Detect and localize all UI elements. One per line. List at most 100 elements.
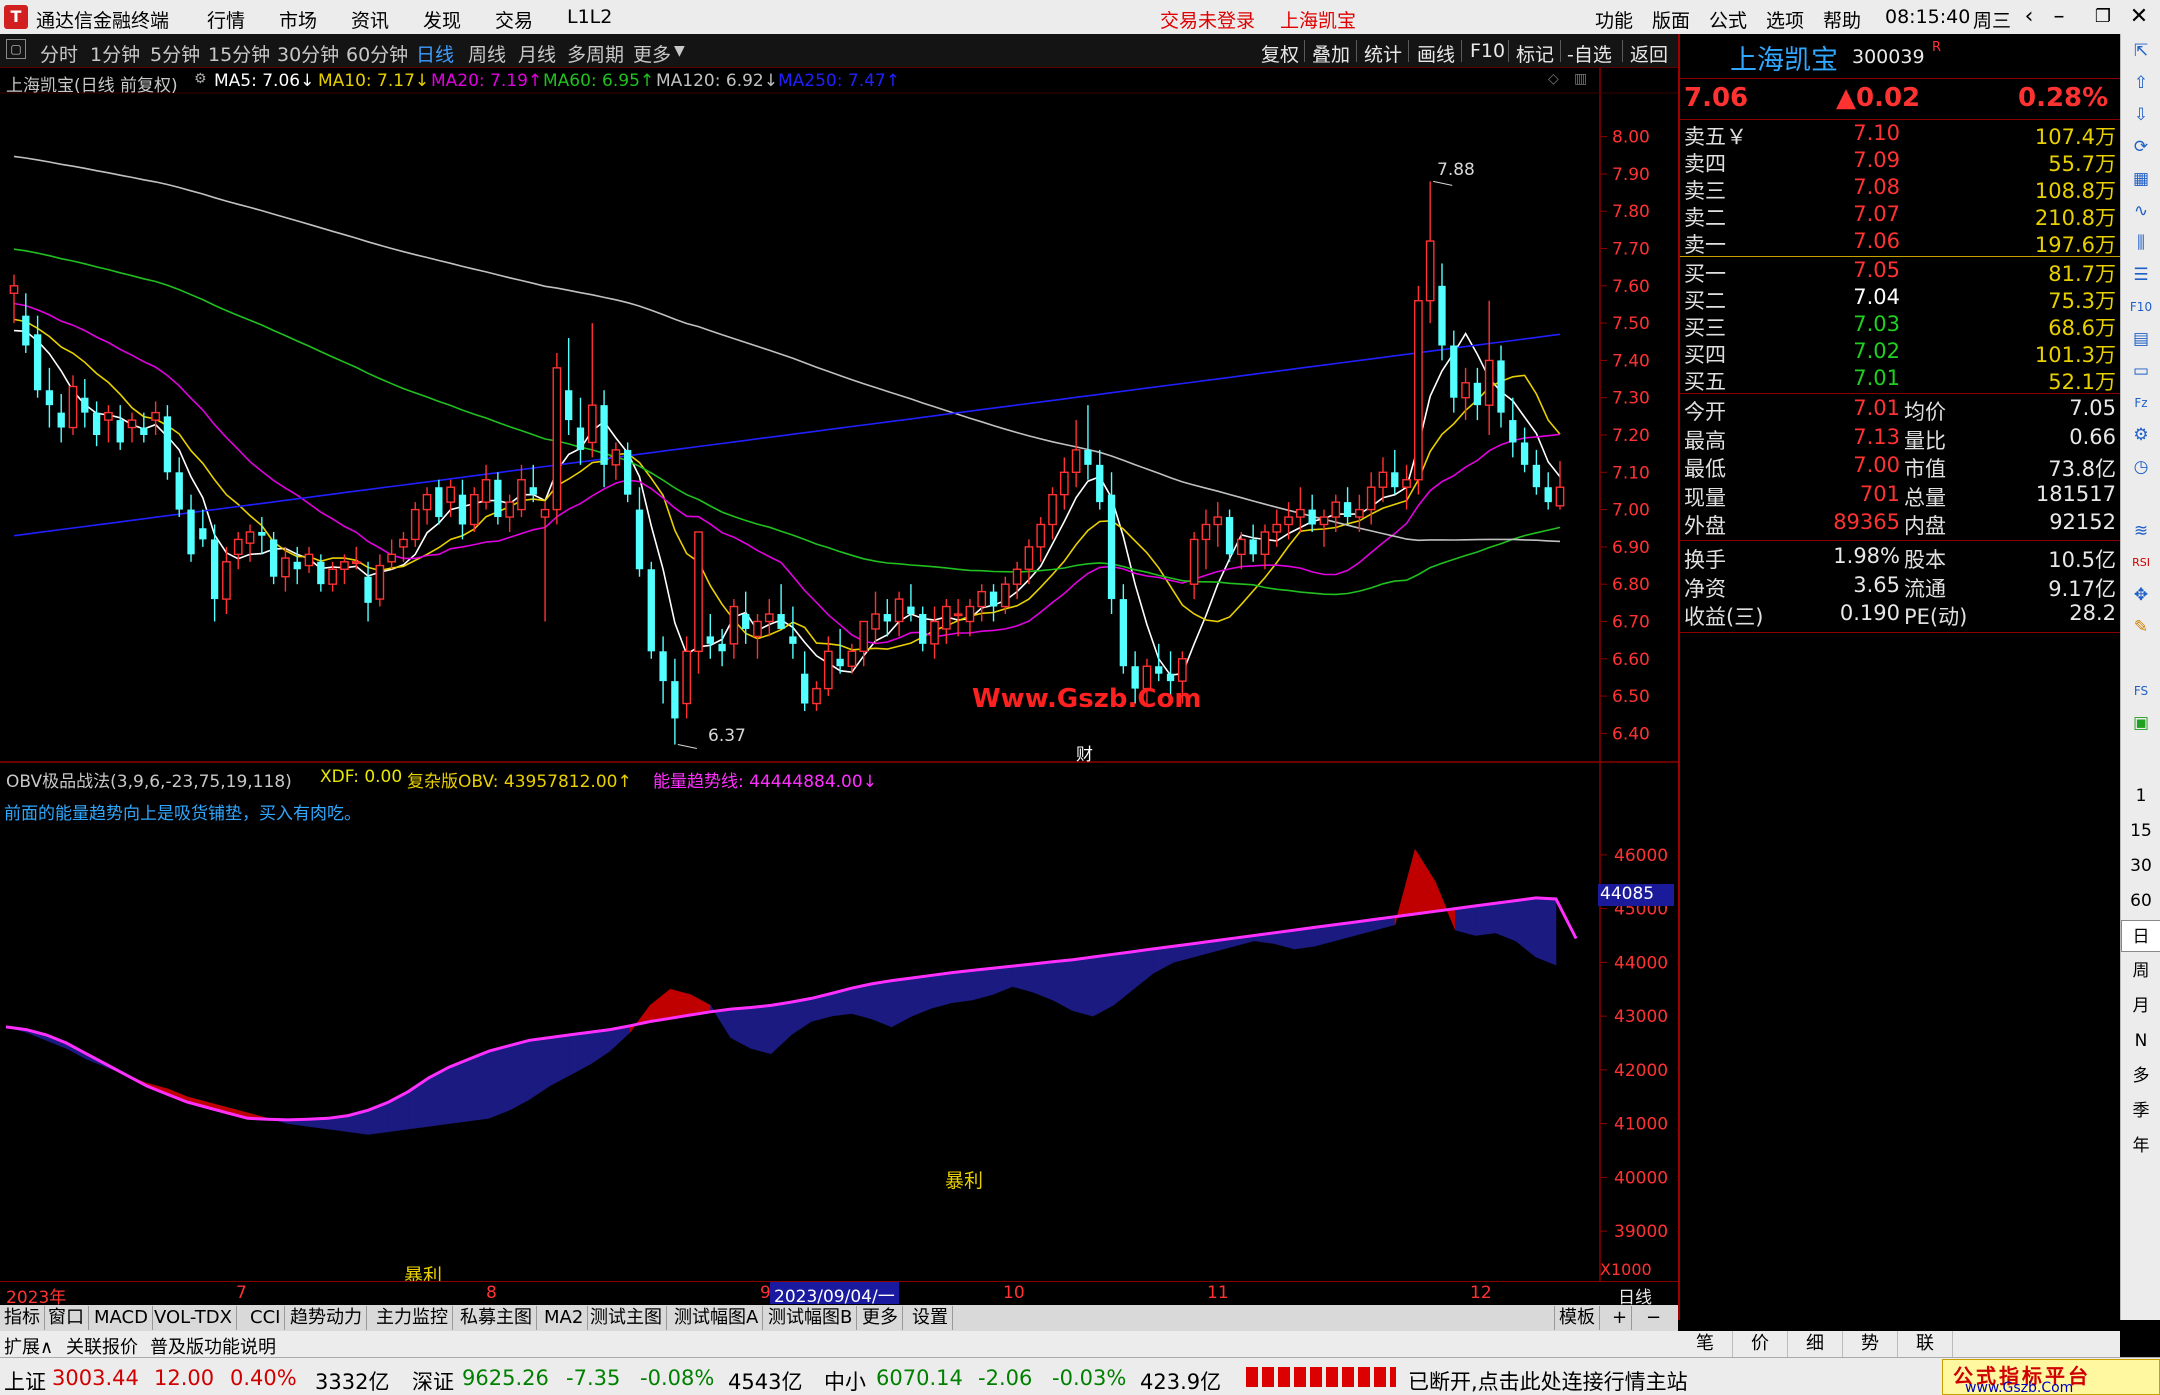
document-icon[interactable]: ▭ [2128, 358, 2154, 384]
panel-toggle-icon[interactable]: ▢ [6, 39, 26, 59]
period-tab-minute[interactable]: 分时 [40, 40, 78, 67]
close-icon[interactable]: ✕ [2124, 3, 2154, 31]
f10-icon[interactable]: F10 [2128, 294, 2154, 320]
kline-chart[interactable]: 8.00 7.90 7.80 7.70 7.60 7.50 7.40 7.30 7.20 7.10… [0, 68, 1678, 1281]
ask-row[interactable]: 卖一 7.06 197.6万 [1680, 229, 2120, 257]
template-button[interactable]: 模板 [1554, 1306, 1600, 1330]
menu-discover[interactable]: 发现 [423, 6, 461, 33]
ask-row[interactable]: 卖二 7.07 210.8万 [1680, 202, 2120, 230]
back-icon[interactable]: ‹ [2014, 3, 2044, 31]
period-shortcut[interactable]: 60 [2121, 885, 2160, 917]
clock-icon[interactable]: ◷ [2128, 454, 2154, 480]
indicator-tab[interactable]: 更多 [858, 1306, 903, 1330]
indicator-tab[interactable]: VOL-TDX [150, 1306, 237, 1330]
chart-area[interactable]: 8.00 7.90 7.80 7.70 7.60 7.50 7.40 7.30 7.20 7.10… [0, 68, 1678, 1287]
login-status[interactable]: 交易未登录 [1160, 6, 1255, 33]
tool-draw-button[interactable]: 画线 [1417, 40, 1455, 67]
settings-gear-icon[interactable]: ⚙ [194, 71, 207, 87]
wave-icon[interactable]: ≋ [2128, 518, 2154, 544]
tool-remove-watchlist-button[interactable]: -自选 [1567, 40, 1612, 67]
index-sz-name[interactable]: 深证 [412, 1366, 454, 1395]
window-toggle-icon[interactable]: ▥ [1574, 71, 1587, 87]
basic-edition-info-tab[interactable]: 普及版功能说明 [150, 1333, 276, 1359]
ask-row[interactable]: 卖四 7.09 55.7万 [1680, 148, 2120, 176]
quote-tab[interactable]: 笔 [1678, 1331, 1733, 1357]
indicator-tab[interactable]: 测试幅图B [764, 1306, 858, 1330]
index-zx-name[interactable]: 中小 [824, 1366, 866, 1395]
grid-icon[interactable]: ▦ [2128, 166, 2154, 192]
indicator-tab[interactable]: 测试幅图A [670, 1306, 764, 1330]
chevron-down-icon[interactable]: ▼ [674, 43, 685, 59]
list-icon[interactable]: ☰ [2128, 262, 2154, 288]
pin-icon[interactable]: ⇱ [2128, 38, 2154, 64]
fs-icon[interactable]: FS [2128, 678, 2154, 704]
period-tab-1min[interactable]: 1分钟 [90, 40, 140, 67]
bid-row[interactable]: 买三 7.03 68.6万 [1680, 312, 2120, 340]
bid-row[interactable]: 买五 7.01 52.1万 [1680, 366, 2120, 394]
period-shortcut[interactable]: 1 [2121, 780, 2160, 812]
indicator-tab[interactable]: MA2 [540, 1306, 589, 1330]
indicator-tab[interactable]: MACD [90, 1306, 153, 1330]
indicator-tab[interactable]: 窗口 [44, 1306, 89, 1330]
menu-news[interactable]: 资讯 [351, 6, 389, 33]
menu-l1l2[interactable]: L1L2 [567, 6, 612, 28]
period-shortcut[interactable]: 年 [2121, 1130, 2160, 1162]
tool-f10-button[interactable]: F10 [1470, 40, 1505, 62]
period-tab-weekly[interactable]: 周线 [468, 40, 506, 67]
period-shortcut[interactable]: 月 [2121, 990, 2160, 1022]
down-arrow-icon[interactable]: ⇩ [2128, 102, 2154, 128]
indicator-tab[interactable]: 测试主图 [586, 1306, 667, 1330]
tool-overlay-button[interactable]: 叠加 [1312, 40, 1350, 67]
indicator-tab[interactable]: 指标 [0, 1306, 45, 1330]
menu-layout[interactable]: 版面 [1652, 6, 1690, 33]
tool-adjust-button[interactable]: 复权 [1261, 40, 1299, 67]
period-tab-more[interactable]: 更多 [633, 40, 671, 67]
connection-status[interactable]: 已断开,点击此处连接行情主站 [1408, 1366, 1688, 1395]
period-tab-daily[interactable]: 日线 [416, 40, 454, 67]
related-quote-tab[interactable]: 关联报价 [66, 1333, 138, 1359]
pencil-icon[interactable]: ✎ [2128, 614, 2154, 640]
period-tab-30min[interactable]: 30分钟 [277, 40, 339, 67]
annotation-finance-event[interactable]: 财 [1076, 740, 1093, 765]
menu-market[interactable]: 市场 [279, 6, 317, 33]
fz-icon[interactable]: Fz [2128, 390, 2154, 416]
bid-row[interactable]: 买二 7.04 75.3万 [1680, 285, 2120, 313]
indicator-tab[interactable]: 趋势动力 [286, 1306, 367, 1330]
indicator-tab[interactable]: CCI [246, 1306, 286, 1330]
tool-stats-button[interactable]: 统计 [1364, 40, 1402, 67]
ask-row[interactable]: 卖五￥ 7.10 107.4万 [1680, 121, 2120, 149]
period-tab-15min[interactable]: 15分钟 [208, 40, 270, 67]
remove-window-button[interactable]: − [1642, 1306, 1665, 1330]
fullscreen-icon[interactable]: ◇ [1548, 71, 1559, 87]
period-shortcut[interactable]: 多 [2121, 1060, 2160, 1092]
menu-help[interactable]: 帮助 [1823, 6, 1861, 33]
image-icon[interactable]: ▣ [2128, 710, 2154, 736]
period-tab-5min[interactable]: 5分钟 [150, 40, 200, 67]
add-window-button[interactable]: + [1608, 1306, 1633, 1330]
indicator-tab[interactable]: 主力监控 [372, 1306, 453, 1330]
period-shortcut[interactable]: 周 [2121, 955, 2160, 987]
tool-mark-button[interactable]: 标记 [1516, 40, 1554, 67]
period-shortcut[interactable]: 季 [2121, 1095, 2160, 1127]
menu-formula[interactable]: 公式 [1709, 6, 1747, 33]
ask-row[interactable]: 卖三 7.08 108.8万 [1680, 175, 2120, 203]
menu-options[interactable]: 选项 [1766, 6, 1804, 33]
period-shortcut[interactable]: 15 [2121, 815, 2160, 847]
period-shortcut[interactable]: N [2121, 1025, 2160, 1057]
up-arrow-icon[interactable]: ⇧ [2128, 70, 2154, 96]
period-shortcut[interactable]: 30 [2121, 850, 2160, 882]
bid-row[interactable]: 买四 7.02 101.3万 [1680, 339, 2120, 367]
bid-row[interactable]: 买一 7.05 81.7万 [1680, 258, 2120, 286]
quote-tab[interactable]: 价 [1733, 1331, 1788, 1357]
period-tab-multi[interactable]: 多周期 [567, 40, 624, 67]
restore-icon[interactable]: ❐ [2088, 3, 2118, 31]
menu-function[interactable]: 功能 [1595, 6, 1633, 33]
refresh-icon[interactable]: ⟳ [2128, 134, 2154, 160]
move-icon[interactable]: ✥ [2128, 582, 2154, 608]
rsi-icon[interactable]: RSI [2128, 550, 2154, 576]
index-sh-name[interactable]: 上证 [4, 1366, 46, 1395]
menu-trade[interactable]: 交易 [495, 6, 533, 33]
table-icon[interactable]: ▤ [2128, 326, 2154, 352]
settings-icon[interactable]: ⚙ [2128, 422, 2154, 448]
line-chart-icon[interactable]: ∿ [2128, 198, 2154, 224]
